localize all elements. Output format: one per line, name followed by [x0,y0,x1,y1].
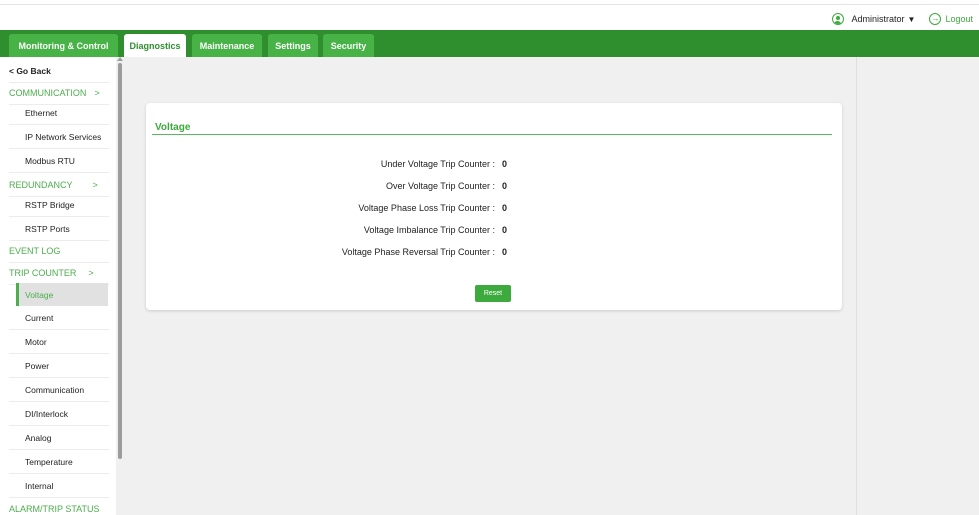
counter-value: 0 [502,247,508,257]
counter-row: Under Voltage Trip Counter : 0 [146,159,842,173]
sidebar-item-analog[interactable]: Analog [9,427,109,450]
counter-row: Voltage Phase Loss Trip Counter : 0 [146,203,842,217]
tab-monitoring-control[interactable]: Monitoring & Control [9,34,118,57]
right-panel [856,57,979,515]
sidebar: < Go Back COMMUNICATION > Ethernet IP Ne… [0,57,116,515]
main-nav: Monitoring & Control Diagnostics Mainten… [0,30,979,57]
sidebar-item-temperature[interactable]: Temperature [9,451,109,474]
user-area: Administrator ▼ → Logout [831,12,973,26]
user-icon [831,13,844,25]
sidebar-item-communication[interactable]: Communication [9,379,109,402]
counter-label: Voltage Phase Reversal Trip Counter : [341,247,495,257]
sidebar-item-voltage[interactable]: Voltage [16,283,108,306]
logout-button[interactable]: → Logout [929,13,973,25]
sidebar-scrollbar[interactable] [116,57,124,515]
logout-label: Logout [945,14,973,24]
chevron-right-icon: > [88,268,94,278]
counter-row: Over Voltage Trip Counter : 0 [146,181,842,195]
sidebar-item-label: COMMUNICATION [9,88,87,98]
reset-button[interactable]: Reset [475,285,511,302]
sidebar-item-label: REDUNDANCY [9,180,73,190]
counter-label: Voltage Phase Loss Trip Counter : [358,203,495,213]
chevron-right-icon: > [94,88,100,98]
counter-value: 0 [502,203,508,213]
sidebar-section-alarm-trip-status[interactable]: ALARM/TRIP STATUS [9,497,109,515]
counter-label: Under Voltage Trip Counter : [380,159,495,169]
scroll-up-icon[interactable] [117,57,123,61]
counter-value: 0 [502,159,508,169]
voltage-trip-counter-card: Voltage Under Voltage Trip Counter : 0 O… [146,103,842,310]
counter-label: Voltage Imbalance Trip Counter : [363,225,495,235]
sidebar-item-modbus-rtu[interactable]: Modbus RTU [9,150,109,173]
sidebar-item-di-interlock[interactable]: DI/Interlock [9,403,109,426]
tab-settings[interactable]: Settings [268,34,318,57]
card-title-divider [152,134,832,135]
sidebar-item-current[interactable]: Current [9,307,109,330]
card-title: Voltage [155,122,191,133]
user-name: Administrator [851,14,905,24]
user-menu[interactable]: Administrator ▼ [852,14,930,24]
caret-down-icon: ▼ [907,14,916,24]
top-divider [0,4,979,5]
sidebar-section-event-log[interactable]: EVENT LOG [9,240,109,263]
sidebar-item-label: TRIP COUNTER [9,268,77,278]
counter-row: Voltage Imbalance Trip Counter : 0 [146,225,842,239]
go-back-link[interactable]: < Go Back [9,60,109,83]
sidebar-item-power[interactable]: Power [9,355,109,378]
tab-diagnostics[interactable]: Diagnostics [124,34,186,57]
sidebar-item-rstp-ports[interactable]: RSTP Ports [9,218,109,241]
sidebar-item-ethernet[interactable]: Ethernet [9,102,109,125]
counter-row: Voltage Phase Reversal Trip Counter : 0 [146,247,842,261]
sidebar-item-ip-network-services[interactable]: IP Network Services [9,126,109,149]
sidebar-item-internal[interactable]: Internal [9,475,109,498]
tab-security[interactable]: Security [323,34,374,57]
logout-icon: → [929,13,942,25]
sidebar-item-motor[interactable]: Motor [9,331,109,354]
counter-label: Over Voltage Trip Counter : [385,181,495,191]
tab-maintenance[interactable]: Maintenance [192,34,262,57]
top-bar: Administrator ▼ → Logout [0,0,979,30]
scrollbar-thumb[interactable] [118,63,122,459]
sidebar-item-rstp-bridge[interactable]: RSTP Bridge [9,194,109,217]
counter-value: 0 [502,181,508,191]
counter-value: 0 [502,225,508,235]
chevron-right-icon: > [92,180,98,190]
sidebar-section-trip-counter[interactable]: TRIP COUNTER > [9,262,109,285]
